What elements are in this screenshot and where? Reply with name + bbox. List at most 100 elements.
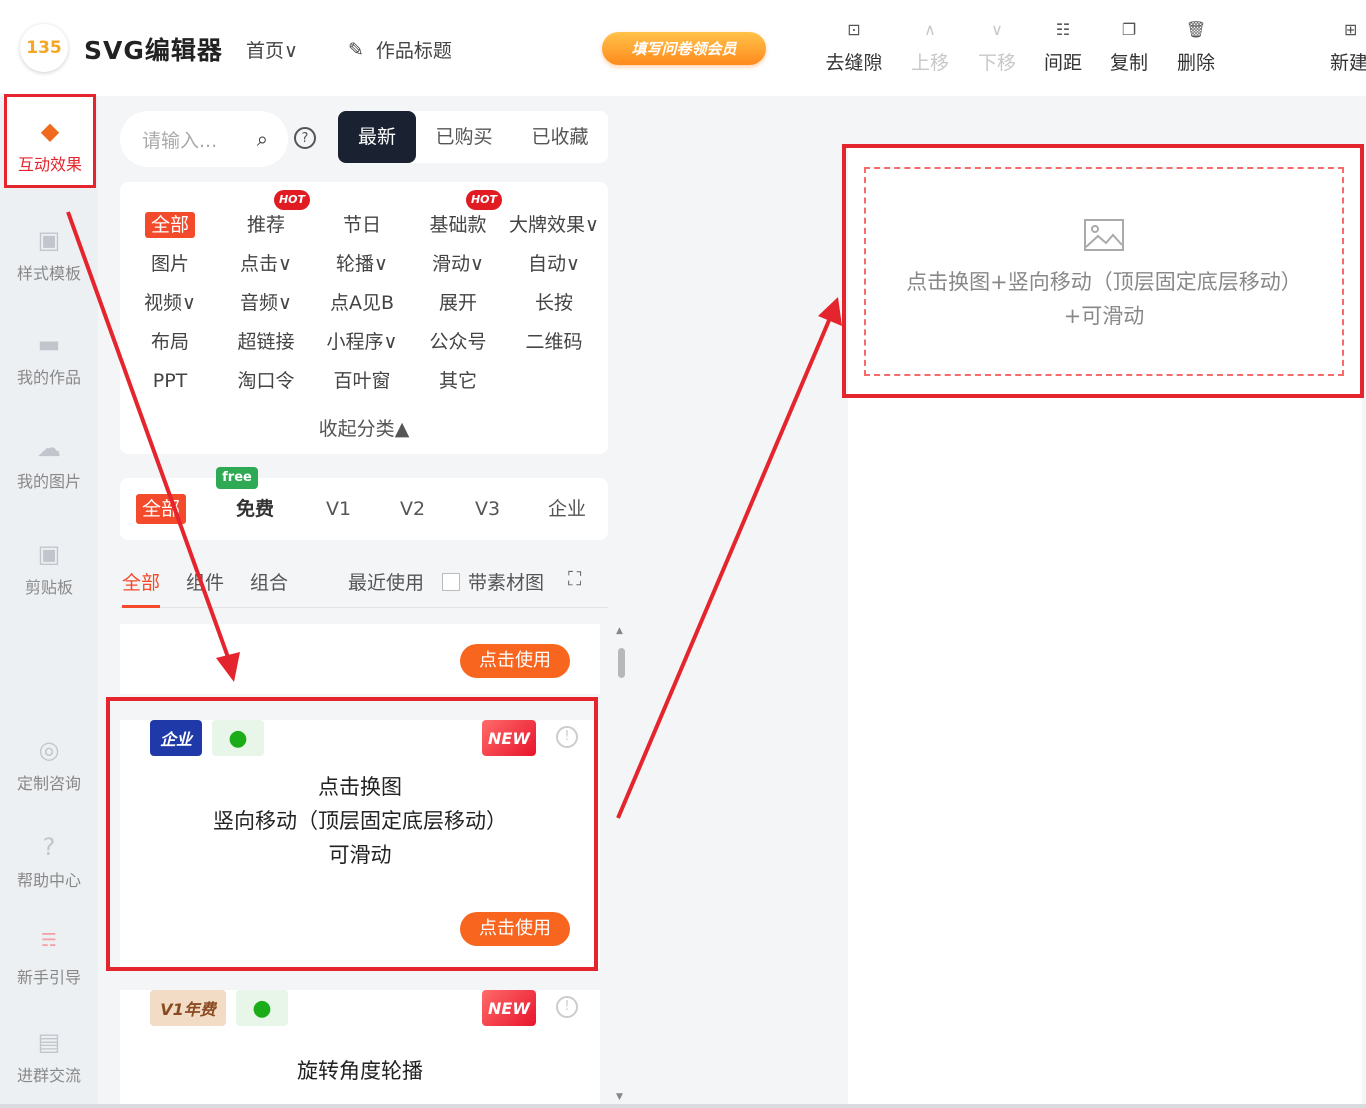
cloud-icon: ☁ [37,434,61,462]
category-item[interactable]: 视频∨ [122,288,218,318]
sidebar-item-interactive[interactable]: ◆ 互动效果 [4,94,96,188]
category-item[interactable]: 其它 [410,366,506,396]
collapse-categories-button[interactable]: 收起分类▲ [120,414,608,441]
help-icon: ? [42,833,56,861]
category-item[interactable]: 轮播∨ [314,249,410,279]
category-item[interactable]: 大牌效果∨ [506,210,602,240]
category-item[interactable]: 节日 [314,210,410,240]
new-badge: NEW [482,990,536,1026]
nav-home-dropdown[interactable]: 首页∨ [246,36,298,63]
category-item[interactable]: 推荐 [218,210,314,240]
sidebar-item-help[interactable]: ? 帮助中心 [0,833,98,891]
wechat-icon: ● [236,990,288,1026]
category-item[interactable]: PPT [122,366,218,396]
type-tab-combo[interactable]: 组合 [250,568,288,595]
with-material-checkbox[interactable] [442,573,460,591]
work-title-editor[interactable]: ✎ 作品标题 [348,36,452,63]
copy-icon: ❐ [1121,20,1137,39]
use-button[interactable]: 点击使用 [460,644,570,678]
preview-toggle-icon[interactable]: ⛶ [568,568,581,590]
tab-latest[interactable]: 最新 [338,111,416,163]
effect-card: 点击使用 [120,624,600,694]
app-title: SVG编辑器 [84,36,223,65]
level-tab-enterprise[interactable]: 企业 [548,494,586,524]
help-circle-icon[interactable]: ? [294,127,316,149]
new-icon: ⊞ [1344,20,1358,39]
annotation-box-card [106,697,598,971]
effect-card[interactable]: V1年费 ● NEW ! 旋转角度轮播 [120,990,600,1104]
category-item[interactable]: 滑动∨ [410,249,506,279]
hot-badge: HOT [274,190,310,210]
scroll-thumb[interactable] [618,648,625,678]
tab-favorites[interactable]: 已收藏 [512,111,608,163]
category-item[interactable]: 全部 [122,210,218,240]
gap-icon: ⊡ [847,20,861,39]
category-item[interactable]: 二维码 [506,327,602,357]
level-tab-all[interactable]: 全部 [136,494,187,524]
tool-move-down-button[interactable]: ∨ 下移 [965,20,1029,75]
sidebar-item-consult[interactable]: ◎ 定制咨询 [0,736,98,794]
sidebar-item-group[interactable]: ▤ 进群交流 [0,1028,98,1086]
category-item[interactable]: 基础款 [410,210,506,240]
category-item[interactable]: 展开 [410,288,506,318]
arrow-head [818,297,842,326]
trash-icon: 🗑 [1185,20,1207,39]
level-tab-v3[interactable]: V3 [475,494,500,524]
top-tabs: 最新 已购买 已收藏 [338,111,608,163]
scroll-down-arrow[interactable]: ▼ [616,1092,623,1102]
tool-move-up-button[interactable]: ∧ 上移 [898,20,962,75]
sidebar-item-clipboard[interactable]: ▣ 剪贴板 [0,540,98,598]
cube-icon: ◆ [40,117,60,145]
search-icon[interactable]: ⌕ [257,127,268,151]
sidebar-item-guide[interactable]: ☴ 新手引导 [0,930,98,988]
tool-spacing-button[interactable]: ☷ 间距 [1031,20,1095,75]
panel-scrollbar[interactable]: ▲ ▼ [616,626,626,1102]
category-item[interactable]: 公众号 [410,327,506,357]
sidebar-item-templates[interactable]: ▣ 样式模板 [0,226,98,284]
doc-icon: ▤ [37,1028,61,1056]
info-icon[interactable]: ! [556,996,578,1018]
bottom-border [0,1104,1366,1108]
tool-copy-button[interactable]: ❐ 复制 [1097,20,1161,75]
level-tab-v2[interactable]: V2 [400,494,425,524]
tool-new-button[interactable]: ⊞ 新建 [1330,20,1366,75]
tab-purchased[interactable]: 已购买 [416,111,512,163]
category-item[interactable]: 布局 [122,327,218,357]
category-item[interactable]: 超链接 [218,327,314,357]
type-tab-component[interactable]: 组件 [186,568,224,595]
category-item[interactable]: 长按 [506,288,602,318]
sidebar-item-my-works[interactable]: ▬ 我的作品 [0,330,98,388]
category-grid: HOT HOT 全部 推荐 节日 基础款 大牌效果∨ 图片 点击∨ 轮播∨ 滑动∨ 自动∨ 视频∨ 音… [120,182,608,454]
sidebar-item-my-images[interactable]: ☁ 我的图片 [0,434,98,492]
app-logo[interactable]: 135 [20,24,68,72]
category-item[interactable]: 小程序∨ [314,327,410,357]
tool-delete-button[interactable]: 🗑 删除 [1164,20,1228,75]
arrow-line [616,317,832,819]
level-tab-v1[interactable]: V1 [326,494,351,524]
scroll-up-arrow[interactable]: ▲ [616,626,623,636]
category-item[interactable]: 音频∨ [218,288,314,318]
level-tab-free[interactable]: 免费 [236,494,274,524]
category-item[interactable]: 自动∨ [506,249,602,279]
pencil-icon: ✎ [348,38,364,61]
headset-icon: ◎ [38,736,60,764]
spacing-icon: ☷ [1055,20,1071,39]
v1-annual-badge: V1年费 [150,990,226,1026]
survey-promo-button[interactable]: 填写问卷领会员 [602,32,766,65]
level-tabs: 全部 免费 V1 V2 V3 企业 [120,478,608,540]
guide-icon: ☴ [40,930,58,951]
with-material-label: 带素材图 [468,572,545,594]
category-item[interactable]: 淘口令 [218,366,314,396]
category-item[interactable]: 点击∨ [218,249,314,279]
category-item[interactable]: 点A见B [314,288,410,318]
category-item[interactable]: 百叶窗 [314,366,410,396]
free-badge: free [216,467,258,489]
type-tab-all[interactable]: 全部 [122,568,161,608]
triangle-up-icon: ▲ [394,418,410,440]
category-item[interactable]: 图片 [122,249,218,279]
search-input[interactable]: 请输入... ⌕ [120,111,288,167]
recent-used-link[interactable]: 最近使用 [348,568,424,595]
tool-gap-button[interactable]: ⊡ 去缝隙 [822,20,886,75]
card-title-line: 旋转角度轮播 [297,1059,423,1083]
clipboard-icon: ▣ [37,540,61,568]
